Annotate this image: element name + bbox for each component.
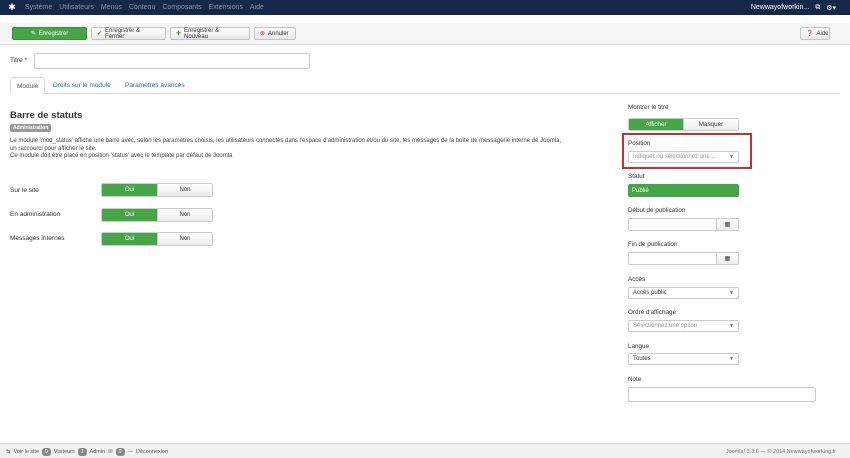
save-button[interactable]: ✎ Enregistrer [12, 27, 87, 40]
access-label: Accès [628, 276, 646, 283]
toggle-admin: Oui Non [101, 208, 213, 222]
view-site-link[interactable]: Voir le site [14, 449, 39, 455]
tab-module[interactable]: Module [10, 77, 46, 95]
show-title-toggle: Afficher Masquer [628, 118, 739, 131]
menu-item-extensions[interactable]: Extensions [209, 4, 243, 11]
access-value: Accès public [633, 290, 667, 296]
publish-end-input[interactable]: ▦ [628, 252, 739, 265]
admin-count-badge: 1 [77, 447, 87, 456]
visitors-label: Visiteurs [53, 448, 75, 455]
toolbar: ✎ Enregistrer ✔ Enregistrer & Fermer ✚ E… [0, 23, 850, 45]
position-placeholder: Indiquer ou sélectionnez une ... [633, 154, 717, 160]
language-label: Langue [628, 343, 650, 350]
save-icon: ✎ [30, 31, 36, 37]
publish-end-label: Fin de publication [628, 241, 678, 248]
chevron-down-icon: ▼ [729, 154, 734, 160]
envelope-icon[interactable]: ✉ [108, 449, 113, 455]
cancel-button[interactable]: ⊗ Annuler [254, 27, 296, 40]
check-icon: ✔ [97, 31, 103, 37]
module-name: Barre de statuts [10, 110, 83, 121]
publish-start-input[interactable]: ▦ [628, 218, 739, 231]
toggle-messages: Oui Non [101, 232, 213, 246]
menu-item-users[interactable]: Utilisateurs [59, 4, 94, 11]
admin-badge: Administration [10, 124, 52, 132]
chevron-down-icon: ▼ [729, 290, 734, 296]
help-label: Aide [816, 30, 829, 37]
note-input[interactable] [628, 387, 816, 402]
title-input[interactable] [34, 53, 310, 69]
toggle-messages-no[interactable]: Non [156, 233, 212, 245]
toggle-admin-yes[interactable]: Oui [102, 209, 157, 221]
language-select[interactable]: Toutes ▼ [628, 353, 739, 365]
save-new-button[interactable]: ✚ Enregistrer & Nouveau [170, 27, 250, 40]
menu-item-menus[interactable]: Menus [101, 4, 122, 11]
save-close-button[interactable]: ✔ Enregistrer & Fermer [91, 27, 166, 40]
cancel-icon: ⊗ [260, 31, 266, 37]
toggle-messages-yes[interactable]: Oui [102, 233, 157, 245]
tab-advanced-settings[interactable]: Paramètres avancés [119, 77, 191, 94]
navbar-right: Newwayofworkin... ⧉ ⚙▾ [751, 0, 836, 15]
description-line: Ce module doit être placé en position 's… [10, 153, 233, 159]
ordering-select[interactable]: Sélectionnez une option ▼ [628, 320, 739, 332]
logout-icon: — [127, 448, 134, 455]
position-label: Position [628, 140, 651, 147]
show-title-label: Montrer le titre [628, 104, 669, 111]
menu-item-system[interactable]: Système [25, 4, 52, 11]
description-line: Le module 'mod_status' affiche une barre… [10, 138, 562, 144]
ordering-placeholder: Sélectionnez une option [633, 323, 698, 329]
footer-copyright: Joomla! 3.3.6 — © 2014 Newwayofworking.f… [725, 448, 836, 455]
footer-status-items: ⇆ Voir le site 0 Visiteurs 1 Admin ✉ 0 —… [6, 444, 168, 458]
chevron-down-icon: ▼ [729, 323, 734, 329]
option-label-admin: En administration [10, 211, 61, 218]
toggle-site-yes[interactable]: Oui [102, 184, 157, 196]
save-label: Enregistrer [38, 30, 69, 37]
status-select[interactable]: Publié [628, 184, 739, 197]
access-select[interactable]: Accès public ▼ [628, 287, 739, 299]
toggle-site: Oui Non [101, 183, 213, 197]
show-title-no[interactable]: Masquer [683, 119, 738, 130]
menu-item-help[interactable]: Aide [250, 4, 264, 11]
language-value: Toutes [633, 356, 651, 362]
ordering-label: Ordre d'affichage [628, 309, 676, 316]
admin-label: Admin [89, 448, 106, 455]
title-label: Titre * [10, 57, 28, 64]
cancel-label: Annuler [268, 30, 289, 37]
toggle-site-no[interactable]: Non [156, 184, 212, 196]
option-label-messages: Messages internes [10, 235, 65, 242]
option-label-site: Sur le site [10, 187, 39, 194]
joomla-logo-icon[interactable]: ✱ [5, 0, 19, 15]
help-icon: ❓ [806, 31, 814, 37]
module-description: Le module 'mod_status' affiche une barre… [10, 138, 610, 161]
tab-bar: Module Droits sur le module Paramètres a… [10, 77, 840, 95]
calendar-icon[interactable]: ▦ [716, 219, 738, 230]
toggle-admin-no[interactable]: Non [156, 209, 212, 221]
visitors-count-badge: 0 [41, 447, 51, 456]
menu-item-components[interactable]: Composants [162, 4, 201, 11]
site-name-link[interactable]: Newwayofworkin... [751, 4, 809, 11]
publish-start-label: Début de publication [628, 207, 686, 214]
status-label: Statut [628, 173, 645, 180]
description-line: un raccourci pour afficher le site. [10, 145, 97, 152]
save-close-label: Enregistrer & Fermer [105, 27, 141, 40]
position-select[interactable]: Indiquer ou sélectionnez une ... ▼ [628, 151, 739, 163]
save-new-label: Enregistrer & Nouveau [184, 27, 220, 40]
plus-icon: ✚ [176, 31, 182, 37]
menu-item-content[interactable]: Contenu [129, 4, 155, 11]
external-link-icon[interactable]: ⧉ [815, 4, 820, 12]
calendar-icon[interactable]: ▦ [716, 253, 738, 264]
view-site-icon[interactable]: ⇆ [6, 449, 11, 455]
show-title-yes[interactable]: Afficher [629, 119, 683, 130]
top-navbar: ✱ Système Utilisateurs Menus Contenu Com… [0, 0, 850, 15]
logout-link[interactable]: Déconnexion [136, 449, 168, 455]
note-label: Note [628, 376, 642, 383]
chevron-down-icon: ▼ [729, 356, 734, 362]
status-footer: ⇆ Voir le site 0 Visiteurs 1 Admin ✉ 0 —… [0, 443, 850, 458]
messages-count-badge: 0 [115, 447, 125, 456]
user-gear-icon[interactable]: ⚙▾ [826, 4, 836, 12]
main-menu: Système Utilisateurs Menus Contenu Compo… [25, 4, 271, 11]
help-button[interactable]: ❓ Aide [800, 27, 830, 40]
tab-module-permissions[interactable]: Droits sur le module [47, 77, 117, 94]
